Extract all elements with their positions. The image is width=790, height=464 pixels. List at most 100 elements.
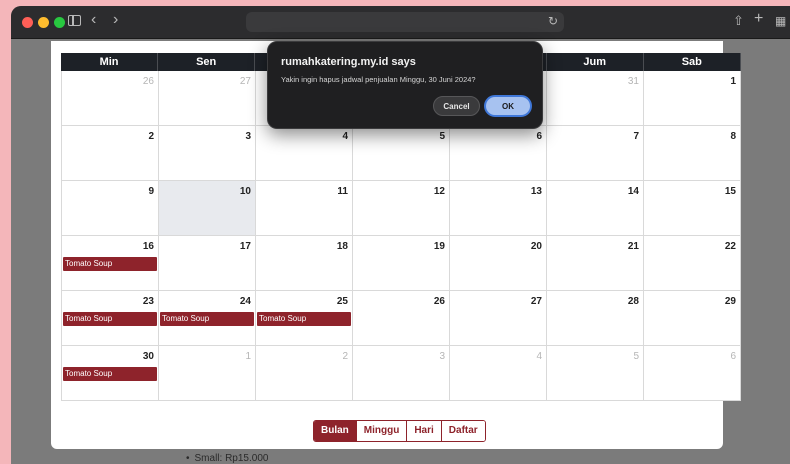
calendar-day-cell[interactable]: 24 Tomato Soup [159,291,256,346]
day-number: 30 [142,351,154,362]
calendar-day-cell[interactable]: 1 [159,346,256,401]
day-number: 7 [633,131,639,142]
calendar-day-cell[interactable]: 9 [62,181,159,236]
back-icon[interactable]: ‹ [91,12,96,28]
day-number: 12 [433,186,445,197]
calendar-day-cell[interactable]: 26 [353,291,450,346]
day-number: 28 [627,296,639,307]
calendar-day-cell[interactable]: 8 [644,126,741,181]
day-number: 5 [439,131,445,142]
calendar-day-cell[interactable]: 13 [450,181,547,236]
forward-icon[interactable]: › [113,12,118,28]
calendar-day-cell[interactable]: 20 [450,236,547,291]
calendar-day-cell[interactable]: 3 [353,346,450,401]
day-number: 19 [433,241,445,252]
calendar-event[interactable]: Tomato Soup [257,312,351,326]
day-number: 22 [724,241,736,252]
calendar-day-cell[interactable]: 30 Tomato Soup [62,346,159,401]
cancel-button[interactable]: Cancel [433,96,480,116]
calendar-week-row: 23 Tomato Soup 24 Tomato Soup 25 Tomato Soup 2… [62,291,741,346]
day-number: 6 [536,131,542,142]
calendar-day-cell[interactable]: 29 [644,291,741,346]
calendar-day-cell[interactable]: 28 [547,291,644,346]
day-number: 4 [342,131,348,142]
day-number: 3 [245,131,251,142]
day-number: 26 [142,76,154,87]
calendar-day-cell[interactable]: 6 [450,126,547,181]
day-number: 4 [536,351,542,362]
calendar-day-cell[interactable]: 12 [353,181,450,236]
calendar-day-cell[interactable]: 3 [159,126,256,181]
calendar-day-cell[interactable]: 6 [644,346,741,401]
day-number: 27 [530,296,542,307]
view-list-button[interactable]: Daftar [441,421,485,441]
day-number: 14 [627,186,639,197]
calendar-day-cell[interactable]: 2 [256,346,353,401]
calendar-day-cell[interactable]: 2 [62,126,159,181]
day-number: 2 [148,131,154,142]
day-number: 18 [336,241,348,252]
calendar-day-cell[interactable]: 19 [353,236,450,291]
sidebar-toggle-icon[interactable] [68,15,81,26]
weekday-header: Sab [643,53,741,71]
day-number: 26 [433,296,445,307]
calendar-day-cell[interactable]: 26 [62,71,159,126]
calendar-day-cell[interactable]: 14 [547,181,644,236]
day-number: 9 [148,186,154,197]
dialog-message: Yakin ingin hapus jadwal penjualan Mingg… [281,75,476,84]
view-day-button[interactable]: Hari [407,421,442,441]
minimize-window-button[interactable] [38,17,49,28]
calendar-day-cell[interactable]: 25 Tomato Soup [256,291,353,346]
day-number: 24 [239,296,251,307]
calendar-day-cell[interactable]: 10 [159,181,256,236]
calendar-day-cell[interactable]: 22 [644,236,741,291]
view-month-button[interactable]: Bulan [314,421,357,441]
calendar-event[interactable]: Tomato Soup [160,312,254,326]
new-tab-icon[interactable]: + [754,11,763,27]
view-switcher: Bulan Minggu Hari Daftar [313,420,486,442]
calendar-day-cell[interactable]: 7 [547,126,644,181]
calendar-week-row: 2 3 4 5 6 7 8 [62,126,741,181]
day-number: 17 [239,241,251,252]
confirm-dialog: rumahkatering.my.id says Yakin ingin hap… [267,41,543,129]
day-number: 29 [724,296,736,307]
reload-icon[interactable]: ↻ [548,14,558,28]
ok-button[interactable]: OK [484,95,532,117]
calendar-day-cell[interactable]: 11 [256,181,353,236]
day-number: 10 [239,186,251,197]
calendar-event[interactable]: Tomato Soup [63,312,157,326]
calendar-week-row: 16 Tomato Soup 17 18 19 20 21 22 [62,236,741,291]
weekday-header: Sen [158,53,256,71]
calendar-day-cell[interactable]: 18 [256,236,353,291]
day-number: 1 [730,76,736,87]
calendar-event[interactable]: Tomato Soup [63,367,157,381]
calendar-day-cell[interactable]: 23 Tomato Soup [62,291,159,346]
weekday-header: Min [61,53,159,71]
day-number: 2 [342,351,348,362]
calendar-day-cell[interactable]: 27 [450,291,547,346]
day-number: 13 [530,186,542,197]
calendar-day-cell[interactable]: 17 [159,236,256,291]
day-number: 23 [142,296,154,307]
address-bar[interactable]: ↻ [246,12,564,32]
calendar-day-cell[interactable]: 27 [159,71,256,126]
day-number: 16 [142,241,154,252]
calendar-day-cell[interactable]: 31 [547,71,644,126]
tab-overview-icon[interactable]: ▦ [775,14,786,28]
calendar-day-cell[interactable]: 16 Tomato Soup [62,236,159,291]
calendar-week-row: 30 Tomato Soup 1 2 3 4 5 6 [62,346,741,401]
close-window-button[interactable] [22,17,33,28]
calendar-day-cell[interactable]: 5 [547,346,644,401]
dialog-title: rumahkatering.my.id says [281,56,416,68]
calendar-day-cell[interactable]: 1 [644,71,741,126]
calendar-event[interactable]: Tomato Soup [63,257,157,271]
calendar-day-cell[interactable]: 21 [547,236,644,291]
calendar-day-cell[interactable]: 5 [353,126,450,181]
view-week-button[interactable]: Minggu [356,421,408,441]
calendar-day-cell[interactable]: 4 [450,346,547,401]
day-number: 6 [730,351,736,362]
zoom-window-button[interactable] [54,17,65,28]
share-icon[interactable]: ⇧ [733,14,744,28]
calendar-day-cell[interactable]: 15 [644,181,741,236]
calendar-day-cell[interactable]: 4 [256,126,353,181]
